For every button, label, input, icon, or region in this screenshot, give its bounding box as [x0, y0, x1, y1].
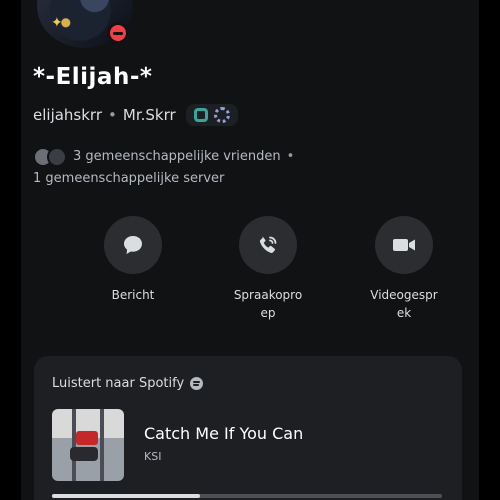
chat-bubble-icon[interactable]: [104, 216, 162, 274]
video-call-label: Videogesprek: [370, 288, 438, 320]
message-label: Bericht: [111, 288, 155, 302]
message-button[interactable]: Bericht: [73, 216, 193, 304]
username: elijahskrr: [33, 106, 103, 124]
track-progress-bar: [52, 494, 442, 498]
mutual-friends-avatars[interactable]: [33, 147, 67, 167]
sparkle-icon: ✦: [51, 15, 63, 31]
album-art[interactable]: [52, 409, 124, 481]
phone-call-icon[interactable]: [239, 216, 297, 274]
voice-call-label: Spraakoproep: [233, 288, 303, 320]
spotify-header: Luistert naar Spotify: [52, 376, 204, 391]
video-camera-icon[interactable]: [375, 216, 433, 274]
badge-group[interactable]: [185, 104, 238, 126]
server-boost-badge-icon[interactable]: [213, 107, 230, 123]
mutual-friends-link[interactable]: 3 gemeenschappelijke vrienden: [73, 146, 281, 168]
separator: •: [286, 149, 295, 164]
user-info-row: elijahskrr • Mr.Skrr: [33, 104, 238, 126]
spotify-activity-card[interactable]: Luistert naar Spotify Catch Me If You Ca…: [34, 356, 462, 500]
mutual-servers-link[interactable]: 1 gemeenschappelijke server: [33, 171, 224, 186]
profile-sheet: ✦ *-Elijah-* elijahskrr • Mr.Skrr 3 geme…: [21, 0, 479, 500]
video-call-button[interactable]: Videogesprek: [344, 216, 464, 322]
separator: •: [108, 106, 117, 124]
pronouns: Mr.Skrr: [122, 106, 176, 124]
spotify-heading: Luistert naar Spotify: [52, 376, 185, 391]
nitro-badge-icon[interactable]: [193, 108, 208, 122]
voice-call-button[interactable]: Spraakoproep: [208, 216, 328, 322]
track-title[interactable]: Catch Me If You Can: [144, 424, 303, 443]
spotify-icon: [190, 377, 204, 390]
track-progress-fill: [52, 494, 201, 498]
mutual-info: 3 gemeenschappelijke vrienden • 1 gemeen…: [33, 146, 294, 190]
track-artist[interactable]: KSI: [144, 450, 161, 463]
display-name: *-Elijah-*: [33, 64, 153, 90]
dnd-status-icon: [107, 22, 129, 44]
